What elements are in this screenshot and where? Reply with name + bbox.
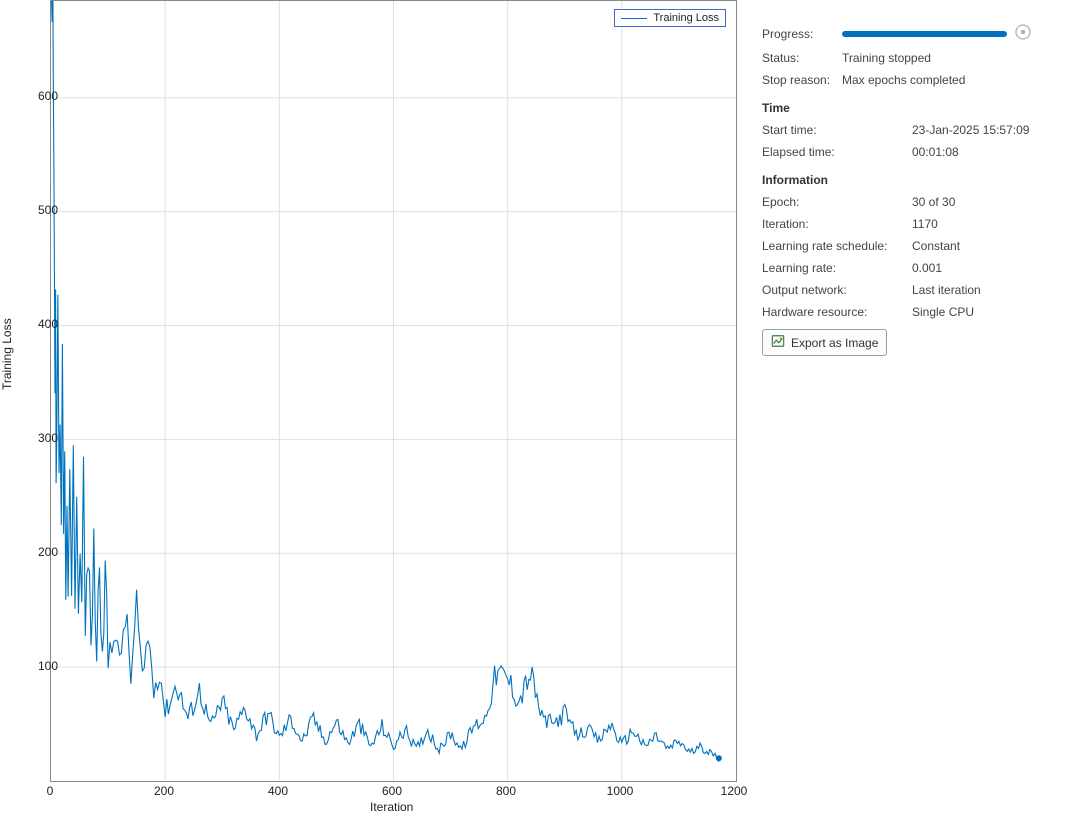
stop-reason-row: Stop reason: Max epochs completed	[762, 73, 1072, 87]
elapsed-value: 00:01:08	[912, 145, 959, 159]
iteration-value: 1170	[912, 217, 938, 231]
status-value: Training stopped	[842, 51, 931, 65]
start-time-value: 23-Jan-2025 15:57:09	[912, 123, 1029, 137]
ytick-600: 600	[18, 89, 58, 103]
lr-row: Learning rate: 0.001	[762, 261, 1072, 275]
iteration-label: Iteration:	[762, 217, 912, 231]
legend-line	[621, 18, 647, 19]
training-loss-chart: Training Loss 100 200 300 400 500 600 0 …	[0, 0, 750, 824]
time-header: Time	[762, 101, 1072, 115]
xtick-1000: 1000	[600, 784, 640, 798]
ytick-100: 100	[18, 659, 58, 673]
legend-label: Training Loss	[653, 12, 719, 24]
plot-svg	[51, 1, 736, 781]
progress-bar	[842, 31, 1007, 37]
lr-value: 0.001	[912, 261, 942, 275]
iteration-row: Iteration: 1170	[762, 217, 1072, 231]
export-image-button[interactable]: Export as Image	[762, 329, 887, 356]
stop-icon[interactable]	[1015, 24, 1031, 43]
y-axis-label: Training Loss	[0, 318, 14, 390]
hardware-value: Single CPU	[912, 305, 974, 319]
lr-schedule-value: Constant	[912, 239, 960, 253]
start-time-label: Start time:	[762, 123, 912, 137]
epoch-label: Epoch:	[762, 195, 912, 209]
training-info-panel: Progress: Status: Training stopped Stop …	[762, 24, 1072, 356]
export-image-label: Export as Image	[791, 336, 878, 350]
export-icon	[771, 334, 785, 351]
lr-schedule-label: Learning rate schedule:	[762, 239, 912, 253]
progress-label: Progress:	[762, 27, 842, 41]
output-network-label: Output network:	[762, 283, 912, 297]
stop-reason-value: Max epochs completed	[842, 73, 965, 87]
info-header: Information	[762, 173, 1072, 187]
xtick-1200: 1200	[714, 784, 754, 798]
ytick-300: 300	[18, 431, 58, 445]
output-network-row: Output network: Last iteration	[762, 283, 1072, 297]
ytick-400: 400	[18, 317, 58, 331]
status-row: Status: Training stopped	[762, 51, 1072, 65]
ytick-500: 500	[18, 203, 58, 217]
ytick-200: 200	[18, 545, 58, 559]
xtick-0: 0	[30, 784, 70, 798]
status-label: Status:	[762, 51, 842, 65]
output-network-value: Last iteration	[912, 283, 981, 297]
xtick-600: 600	[372, 784, 412, 798]
elapsed-label: Elapsed time:	[762, 145, 912, 159]
epoch-value: 30 of 30	[912, 195, 955, 209]
lr-label: Learning rate:	[762, 261, 912, 275]
elapsed-row: Elapsed time: 00:01:08	[762, 145, 1072, 159]
progress-row: Progress:	[762, 24, 1072, 43]
plot-box: Training Loss	[50, 0, 737, 782]
epoch-row: Epoch: 30 of 30	[762, 195, 1072, 209]
xtick-400: 400	[258, 784, 298, 798]
lr-schedule-row: Learning rate schedule: Constant	[762, 239, 1072, 253]
xtick-800: 800	[486, 784, 526, 798]
start-time-row: Start time: 23-Jan-2025 15:57:09	[762, 123, 1072, 137]
xtick-200: 200	[144, 784, 184, 798]
hardware-label: Hardware resource:	[762, 305, 912, 319]
chart-legend: Training Loss	[614, 9, 726, 27]
hardware-row: Hardware resource: Single CPU	[762, 305, 1072, 319]
stop-reason-label: Stop reason:	[762, 73, 842, 87]
x-axis-label: Iteration	[370, 800, 413, 814]
